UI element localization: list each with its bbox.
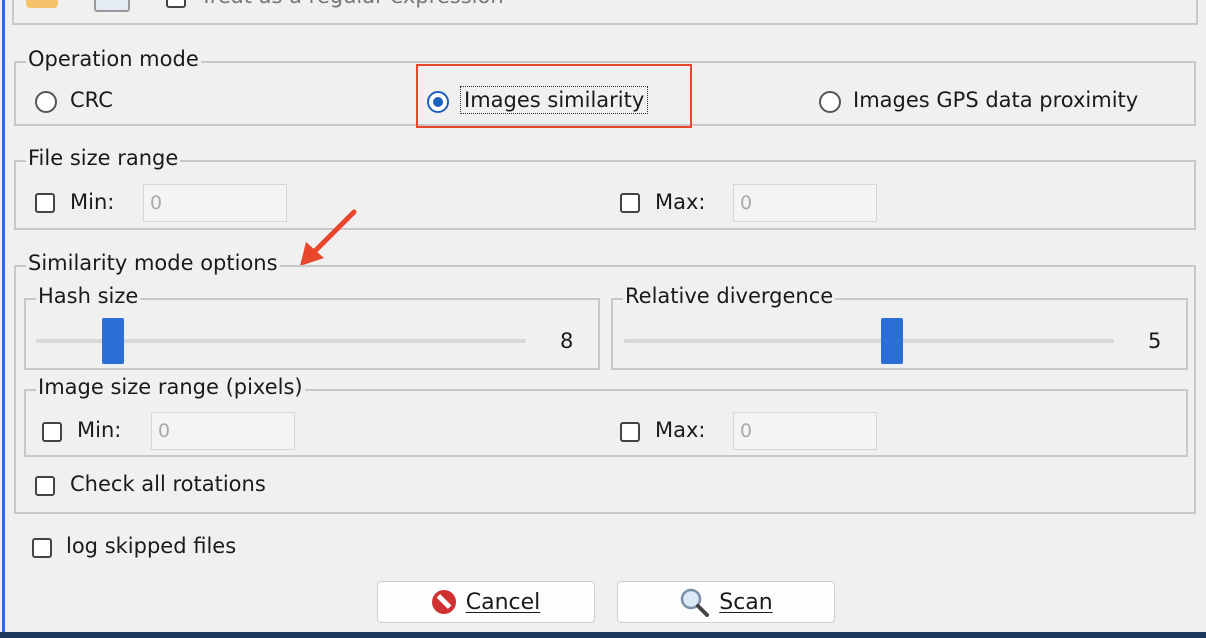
check-rotations-checkbox[interactable] [35, 476, 55, 496]
annotation-arrow-icon [300, 209, 357, 266]
scan-button[interactable]: Scan [617, 581, 835, 623]
image-max-label: Max: [655, 418, 706, 442]
operation-mode-title: Operation mode [26, 47, 201, 71]
radio-crc[interactable] [35, 91, 57, 113]
annotation-highlight-box [416, 64, 692, 128]
window-bottom-border [0, 632, 1206, 638]
image-max-checkbox[interactable] [620, 422, 640, 442]
hash-size-value: 8 [560, 329, 574, 353]
similarity-options-title: Similarity mode options [26, 251, 280, 275]
radio-crc-label[interactable]: CRC [70, 88, 113, 112]
file-max-input[interactable]: 0 [733, 184, 877, 222]
radio-gps-proximity[interactable] [819, 91, 841, 113]
regex-label: Treat as a regular expression [200, 0, 504, 8]
radio-gps-proximity-label[interactable]: Images GPS data proximity [853, 88, 1138, 112]
relative-divergence-title: Relative divergence [623, 284, 836, 308]
file-size-range-title: File size range [26, 146, 181, 170]
window-left-border [2, 0, 5, 638]
check-rotations-label[interactable]: Check all rotations [70, 472, 266, 496]
folder-icon[interactable] [26, 0, 58, 8]
hash-size-title: Hash size [36, 284, 141, 308]
relative-divergence-slider-track[interactable] [624, 339, 1114, 343]
file-max-label: Max: [655, 190, 706, 214]
file-min-input[interactable]: 0 [143, 184, 287, 222]
image-max-input[interactable]: 0 [733, 412, 877, 450]
document-icon[interactable] [94, 0, 130, 12]
scan-label: Scan [719, 589, 773, 615]
file-min-label: Min: [70, 190, 115, 214]
relative-divergence-value: 5 [1148, 329, 1162, 353]
magnifier-icon [681, 588, 710, 617]
relative-divergence-slider-thumb[interactable] [881, 318, 903, 364]
log-skipped-checkbox[interactable] [32, 538, 52, 558]
image-min-input[interactable]: 0 [151, 412, 295, 450]
image-min-checkbox[interactable] [42, 422, 62, 442]
file-max-checkbox[interactable] [620, 193, 640, 213]
search-group [12, 0, 1198, 25]
cancel-label: Cancel [465, 589, 541, 615]
log-skipped-label[interactable]: log skipped files [66, 534, 236, 558]
image-min-label: Min: [77, 418, 122, 442]
cancel-button[interactable]: Cancel [377, 581, 595, 623]
cancel-icon [431, 590, 456, 614]
regex-checkbox[interactable] [166, 0, 186, 8]
image-size-range-title: Image size range (pixels) [36, 375, 305, 399]
hash-size-slider-thumb[interactable] [102, 318, 124, 364]
file-min-checkbox[interactable] [35, 193, 55, 213]
